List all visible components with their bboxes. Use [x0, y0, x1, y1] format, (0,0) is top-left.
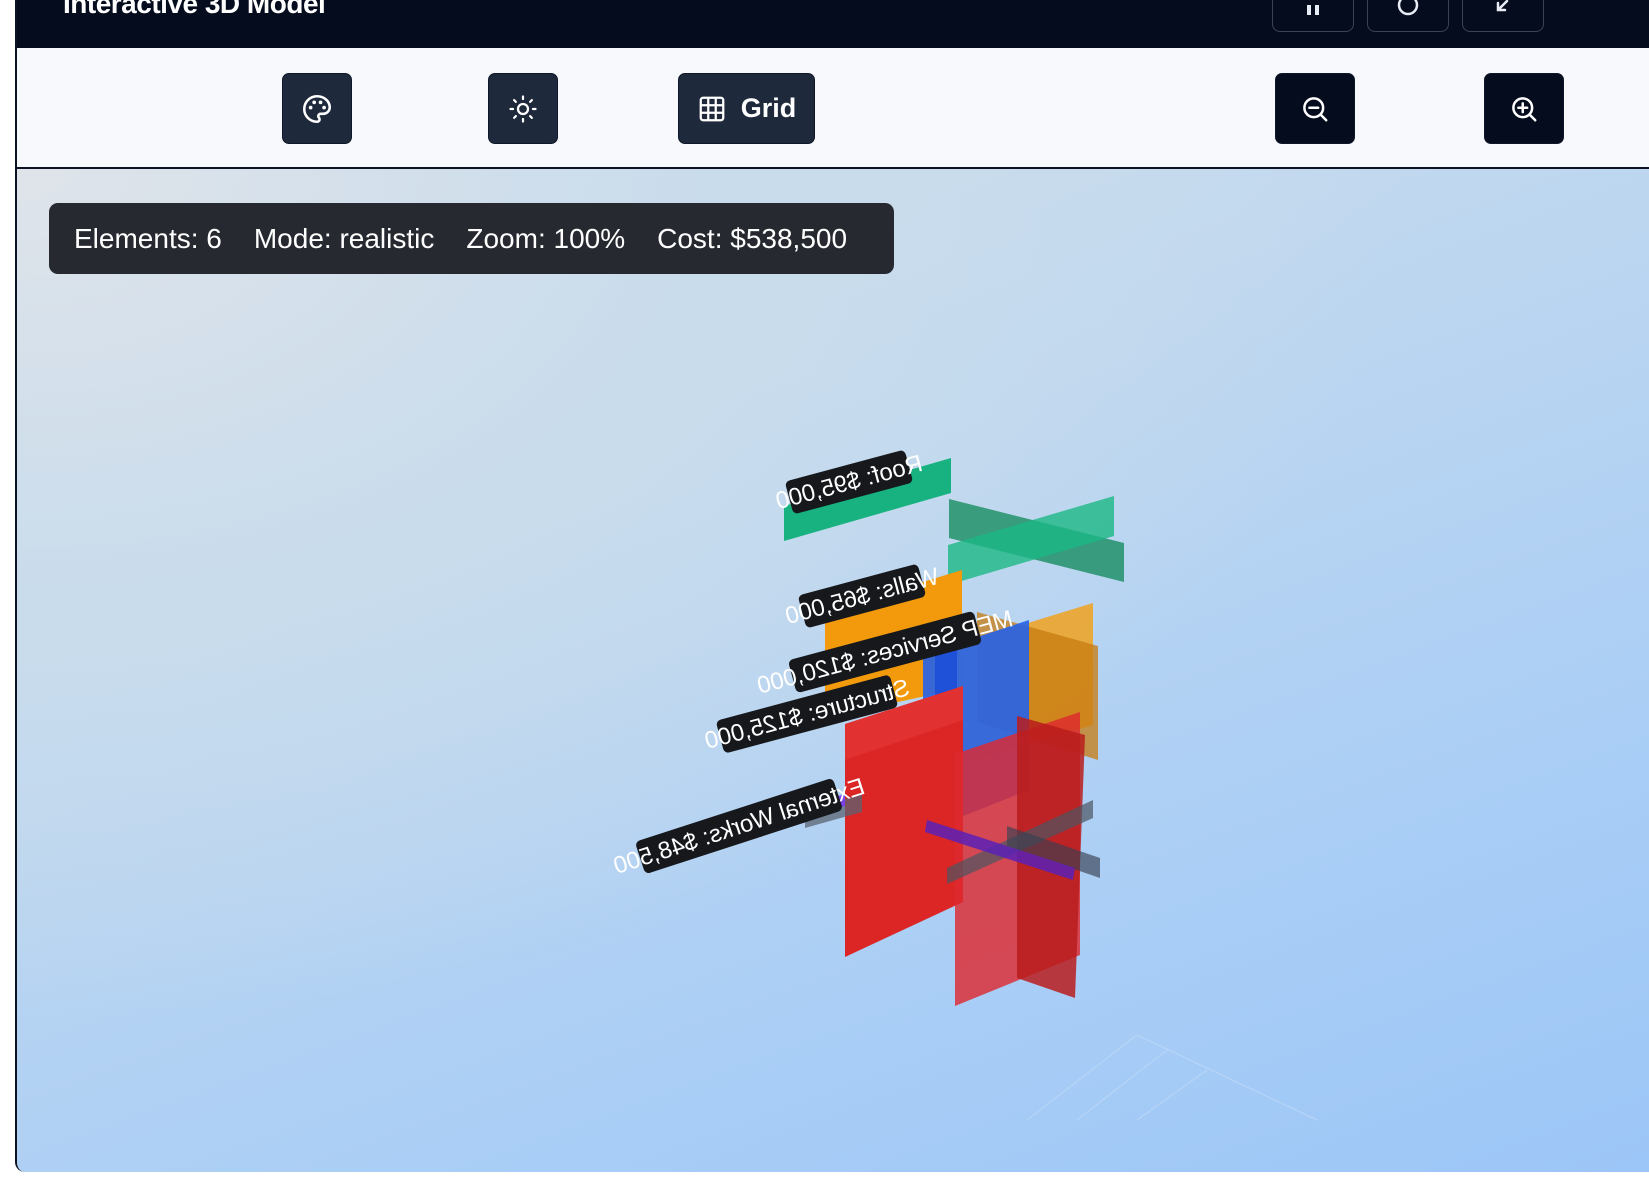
model-scene: Roof: $95,000 Walls: $65,000 Structure: … [610, 450, 1318, 1121]
zoom-out-icon [1303, 96, 1328, 121]
grid-icon [699, 96, 725, 121]
grid-toggle-button[interactable]: Grid [678, 73, 815, 144]
zoom-out-button[interactable] [1275, 73, 1355, 144]
zoom-in-icon [1512, 96, 1537, 121]
rotate-icon [1397, 0, 1419, 16]
label-external-text: External Works: $48,500 [610, 773, 868, 880]
minimize-button[interactable] [1462, 0, 1544, 32]
grid-label: Grid [740, 93, 797, 123]
zoom-in-button[interactable] [1484, 73, 1564, 144]
sun-icon [509, 94, 537, 123]
3d-viewport[interactable]: Elements: 6 Mode: realistic Zoom: 100% C… [17, 169, 1649, 1172]
reset-view-button[interactable] [1367, 0, 1449, 32]
color-mode-button[interactable] [282, 73, 352, 144]
label-external-works: External Works: $48,500 [610, 773, 868, 880]
app-window: Interactive 3D Model Grid Elements: 6 Mo… [15, 0, 1649, 1172]
title-bar: Interactive 3D Model [17, 0, 1649, 48]
pause-button[interactable] [1272, 0, 1354, 32]
page-title: Interactive 3D Model [63, 0, 326, 19]
palette-icon [302, 94, 332, 123]
lighting-button[interactable] [488, 73, 558, 144]
ground-grid [1026, 1034, 1318, 1121]
pause-icon [1307, 5, 1319, 15]
minimize-icon [1496, 0, 1509, 12]
toolbar: Grid [17, 48, 1649, 169]
